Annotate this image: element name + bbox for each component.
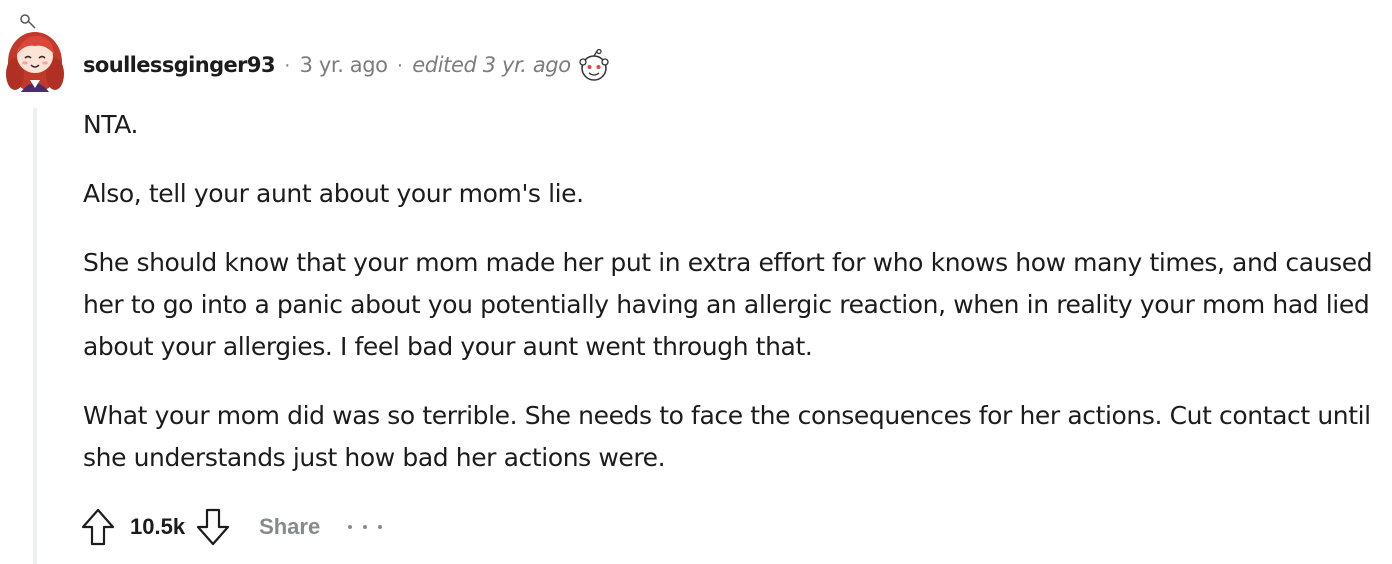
downvote-icon	[196, 508, 230, 546]
more-icon	[363, 525, 368, 529]
meta-separator: ·	[396, 53, 404, 76]
meta-separator: ·	[283, 53, 291, 76]
user-avatar-icon	[6, 14, 64, 92]
comment: soullessginger93 · 3 yr. ago · edited 3 …	[0, 0, 1392, 564]
comment-paragraph: What your mom did was so terrible. She n…	[83, 401, 1371, 472]
comment-paragraph: Also, tell your aunt about your mom's li…	[83, 179, 584, 208]
comment-body: NTA. Also, tell your aunt about your mom…	[83, 104, 1373, 506]
timestamp[interactable]: 3 yr. ago	[300, 53, 388, 77]
comment-paragraph: NTA.	[83, 110, 139, 139]
thread-line[interactable]	[33, 108, 37, 564]
vote-score: 10.5k	[130, 514, 186, 539]
more-options-button[interactable]	[348, 512, 383, 542]
comment-actions: 10.5k Share	[78, 504, 383, 550]
upvote-icon	[81, 508, 115, 546]
share-button[interactable]: Share	[259, 514, 320, 540]
edited-timestamp: edited 3 yr. ago	[412, 53, 571, 77]
snoo-icon	[577, 48, 611, 81]
comment-paragraph: She should know that your mom made her p…	[83, 248, 1373, 361]
more-icon	[348, 525, 353, 529]
downvote-button[interactable]	[193, 506, 233, 548]
more-icon	[378, 525, 383, 529]
upvote-button[interactable]	[78, 506, 118, 548]
author-name[interactable]: soullessginger93	[83, 53, 276, 77]
avatar[interactable]	[5, 14, 65, 92]
comment-meta: soullessginger93 · 3 yr. ago · edited 3 …	[83, 48, 611, 81]
